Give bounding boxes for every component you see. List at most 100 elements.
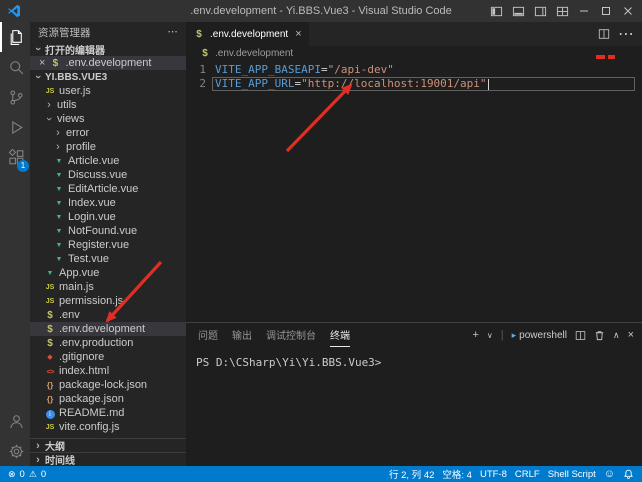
- tree-item-views[interactable]: ›views: [30, 112, 186, 126]
- minimize-button[interactable]: [576, 3, 592, 19]
- tree-item-NotFound.vue[interactable]: ▼NotFound.vue: [30, 224, 186, 238]
- code-line-1[interactable]: 1VITE_APP_BASEAPI="/api-dev": [186, 63, 642, 77]
- json-file-icon: {}: [44, 380, 56, 390]
- status-cursor-position[interactable]: 行 2, 列 42: [389, 467, 434, 481]
- feedback-smiley-icon[interactable]: ☺: [604, 468, 615, 480]
- close-panel-icon[interactable]: ×: [628, 329, 634, 341]
- dotenv-file-icon: $: [44, 338, 56, 349]
- breadcrumb-file: .env.development: [215, 48, 293, 59]
- split-terminal-icon[interactable]: [575, 330, 586, 341]
- extensions-icon[interactable]: 1: [0, 142, 30, 172]
- equals-sign: =: [294, 77, 301, 91]
- more-actions-icon[interactable]: ⋯: [618, 24, 634, 44]
- tree-item-vite.config.js[interactable]: JSvite.config.js: [30, 420, 186, 434]
- kill-terminal-icon[interactable]: [594, 330, 605, 341]
- tree-item-error[interactable]: ›error: [30, 126, 186, 140]
- panel-tabs: 问题输出调试控制台终端: [186, 323, 350, 347]
- toggle-panel-icon[interactable]: [510, 3, 526, 19]
- terminal-panel: 问题输出调试控制台终端 + ∨ | ▸ powershell ∧ ×: [186, 322, 642, 466]
- status-indentation[interactable]: 空格: 4: [442, 467, 472, 481]
- maximize-button[interactable]: [598, 3, 614, 19]
- dotenv-file-icon: $: [199, 48, 211, 59]
- tab-env-development[interactable]: $ .env.development ×: [186, 22, 309, 46]
- open-editors-label: 打开的编辑器: [45, 42, 105, 57]
- settings-gear-icon[interactable]: [0, 436, 30, 466]
- terminal-profile-dropdown-icon[interactable]: ∨: [487, 331, 493, 340]
- new-terminal-icon[interactable]: +: [472, 329, 478, 341]
- env-value: "/api-dev": [328, 63, 394, 77]
- open-editors-header[interactable]: › 打开的编辑器: [30, 42, 186, 56]
- project-section-header[interactable]: › YI.BBS.VUE3: [30, 70, 186, 84]
- toggle-sidebar-icon[interactable]: [488, 3, 504, 19]
- tree-item-permission.js[interactable]: JSpermission.js: [30, 294, 186, 308]
- close-editor-icon[interactable]: ×: [39, 58, 45, 69]
- tree-item-.env.development[interactable]: $.env.development: [30, 322, 186, 336]
- file-name: package.json: [59, 393, 124, 405]
- code-editor[interactable]: 1VITE_APP_BASEAPI="/api-dev"2VITE_APP_UR…: [186, 61, 642, 322]
- tree-item-README.md[interactable]: iREADME.md: [30, 406, 186, 420]
- tree-item-EditArticle.vue[interactable]: ▼EditArticle.vue: [30, 182, 186, 196]
- status-language-mode[interactable]: Shell Script: [548, 469, 596, 480]
- file-name: Discuss.vue: [68, 169, 127, 181]
- vue-file-icon: ▼: [53, 186, 65, 193]
- account-icon[interactable]: [0, 406, 30, 436]
- customize-layout-icon[interactable]: [554, 3, 570, 19]
- chevron-right-icon: ›: [53, 128, 63, 138]
- terminal-prompt: PS D:\CSharp\Yi\Yi.BBS.Vue3>: [196, 356, 381, 369]
- editor-actions: ⋯: [598, 22, 642, 46]
- shell-name: powershell: [519, 330, 567, 341]
- panel-tab-调试控制台[interactable]: 调试控制台: [266, 323, 316, 347]
- code-line-2[interactable]: 2VITE_APP_URL="http://localhost:19001/ap…: [186, 77, 642, 91]
- tree-item-user.js[interactable]: JSuser.js: [30, 84, 186, 98]
- activity-bar: 1: [0, 22, 30, 466]
- file-name: index.html: [59, 365, 109, 377]
- close-window-button[interactable]: [620, 3, 636, 19]
- file-name: .env.production: [59, 337, 133, 349]
- tree-item-profile[interactable]: ›profile: [30, 140, 186, 154]
- info-file-icon: i: [44, 407, 56, 419]
- tree-item-Test.vue[interactable]: ▼Test.vue: [30, 252, 186, 266]
- panel-tab-问题[interactable]: 问题: [198, 323, 218, 347]
- notifications-bell-icon[interactable]: [623, 469, 634, 480]
- file-name: error: [66, 127, 89, 139]
- sidebar-explorer: 资源管理器 ⋯ › 打开的编辑器 × $ .env.development › …: [30, 22, 186, 466]
- tree-item-Login.vue[interactable]: ▼Login.vue: [30, 210, 186, 224]
- tree-item-package-lock.json[interactable]: {}package-lock.json: [30, 378, 186, 392]
- search-icon[interactable]: [0, 52, 30, 82]
- tree-item-App.vue[interactable]: ▼App.vue: [30, 266, 186, 280]
- source-control-icon[interactable]: [0, 82, 30, 112]
- breadcrumb[interactable]: $ .env.development: [186, 46, 642, 61]
- tree-item-.env.production[interactable]: $.env.production: [30, 336, 186, 350]
- file-name: user.js: [59, 85, 91, 97]
- maximize-panel-icon[interactable]: ∧: [613, 330, 620, 341]
- tree-item-.env[interactable]: $.env: [30, 308, 186, 322]
- toggle-secondary-sidebar-icon[interactable]: [532, 3, 548, 19]
- tree-item-Article.vue[interactable]: ▼Article.vue: [30, 154, 186, 168]
- open-editor-item[interactable]: × $ .env.development: [30, 56, 186, 70]
- tree-item-Index.vue[interactable]: ▼Index.vue: [30, 196, 186, 210]
- terminal-instance-powershell[interactable]: ▸ powershell: [512, 330, 567, 341]
- status-encoding[interactable]: UTF-8: [480, 469, 507, 480]
- more-actions-icon[interactable]: ⋯: [168, 26, 179, 38]
- split-editor-icon[interactable]: [598, 28, 610, 40]
- panel-tab-输出[interactable]: 输出: [232, 323, 252, 347]
- panel-tab-终端[interactable]: 终端: [330, 323, 350, 347]
- close-tab-icon[interactable]: ×: [295, 29, 301, 40]
- tree-item-Register.vue[interactable]: ▼Register.vue: [30, 238, 186, 252]
- file-name: Index.vue: [68, 197, 116, 209]
- tree-item-Discuss.vue[interactable]: ▼Discuss.vue: [30, 168, 186, 182]
- timeline-section[interactable]: › 时间线: [30, 452, 186, 466]
- file-name: README.md: [59, 407, 124, 419]
- tree-item-main.js[interactable]: JSmain.js: [30, 280, 186, 294]
- tree-item-index.html[interactable]: <>index.html: [30, 364, 186, 378]
- terminal-content[interactable]: PS D:\CSharp\Yi\Yi.BBS.Vue3>: [186, 347, 642, 466]
- outline-section[interactable]: › 大纲: [30, 438, 186, 452]
- tree-item-utils[interactable]: ›utils: [30, 98, 186, 112]
- status-eol[interactable]: CRLF: [515, 469, 540, 480]
- run-debug-icon[interactable]: [0, 112, 30, 142]
- status-problems[interactable]: ⊗ 0 ⚠ 0: [8, 469, 46, 480]
- tree-item-package.json[interactable]: {}package.json: [30, 392, 186, 406]
- explorer-icon[interactable]: [0, 22, 30, 52]
- tree-item-.gitignore[interactable]: ◆.gitignore: [30, 350, 186, 364]
- status-bar: ⊗ 0 ⚠ 0 行 2, 列 42 空格: 4 UTF-8 CRLF Shell Scr…: [0, 466, 642, 482]
